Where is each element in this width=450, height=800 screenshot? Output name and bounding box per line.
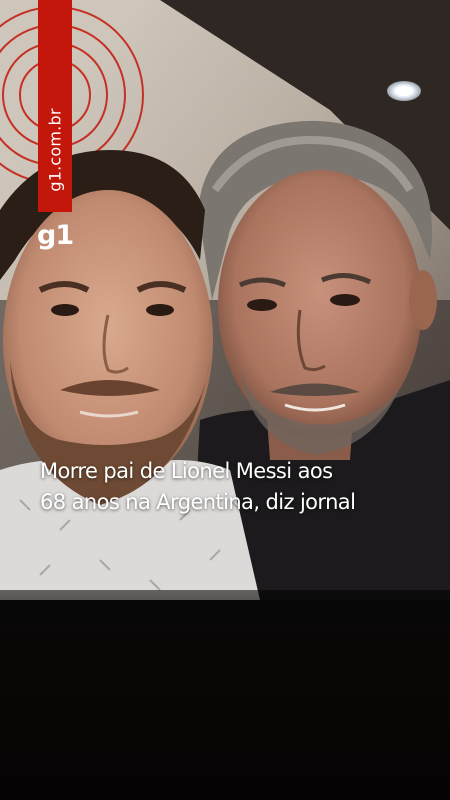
g1-logo: g1 bbox=[37, 220, 74, 251]
bottom-shadow bbox=[0, 590, 450, 800]
headline-line-1: Morre pai de Lionel Messi aos bbox=[40, 459, 333, 483]
headline: Morre pai de Lionel Messi aos 68 anos na… bbox=[40, 456, 440, 518]
headline-line-2: 68 anos na Argentina, diz jornal bbox=[40, 490, 356, 514]
brand-url: g1.com.br bbox=[45, 108, 65, 192]
story-card: g1.com.br g1 Morre pai de Lionel Messi a… bbox=[0, 0, 450, 800]
